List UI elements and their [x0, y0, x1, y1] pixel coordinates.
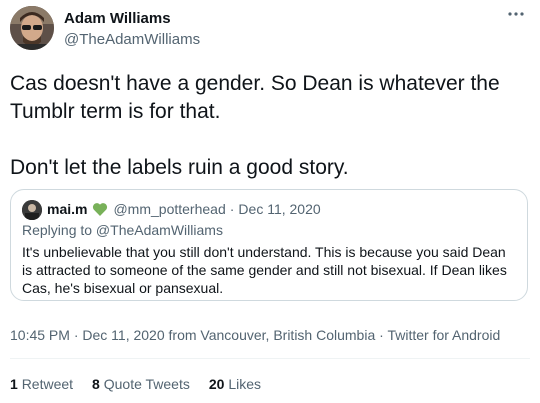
quote-tweets-count: 8 [92, 376, 100, 392]
tweet-meta: 10:45 PM · Dec 11, 2020 from Vancouver, … [10, 327, 500, 343]
quote-tweets-stat[interactable]: 8 Quote Tweets [92, 376, 190, 392]
quote-tweets-label: Quote Tweets [103, 376, 190, 392]
green-heart-icon [92, 202, 108, 217]
more-dots-icon[interactable] [502, 4, 530, 24]
quoted-tweet-header: mai.m @mm_potterhead · Dec 11, 2020 [47, 201, 321, 217]
separator-dot: · [229, 201, 235, 217]
separator-dot: · [69, 327, 83, 343]
likes-stat[interactable]: 20 Likes [209, 376, 261, 392]
likes-count: 20 [208, 376, 225, 392]
engagement-stats: 1 Retweet 8 Quote Tweets 20 Likes [10, 376, 280, 392]
tweet-paragraph-1: Cas doesn't have a gender. So Dean is wh… [10, 72, 500, 123]
retweets-count: 1 [10, 376, 18, 392]
retweets-stat[interactable]: 1 Retweet [10, 376, 73, 392]
tweet-paragraph-2: Don't let the labels ruin a good story. [10, 156, 349, 179]
quoted-tweet-card[interactable]: mai.m @mm_potterhead · Dec 11, 2020 Repl… [10, 189, 528, 301]
author-handle[interactable]: @TheAdamWilliams [64, 31, 200, 48]
tweet-location[interactable]: from Vancouver, British Columbia [169, 327, 376, 343]
author-avatar[interactable] [10, 6, 54, 50]
separator-dot: · [375, 327, 388, 343]
quoted-author-avatar [22, 200, 42, 220]
quoted-author-name: mai.m [47, 201, 88, 217]
tweet-text: Cas doesn't have a gender. So Dean is wh… [10, 70, 530, 182]
quoted-author-handle: @mm_potterhead [113, 201, 226, 217]
tweet-time[interactable]: 10:45 PM [10, 327, 70, 343]
likes-label: Likes [228, 376, 262, 392]
quoted-tweet-text: It's unbelievable that you still don't u… [22, 244, 507, 296]
profile-photo [10, 6, 54, 50]
retweets-label: Retweet [21, 376, 74, 392]
tweet-source[interactable]: Twitter for Android [387, 327, 500, 343]
divider [10, 358, 530, 359]
replying-to: Replying to @TheAdamWilliams [22, 222, 223, 238]
author-name[interactable]: Adam Williams [64, 10, 171, 27]
quoted-tweet-date: Dec 11, 2020 [238, 201, 321, 217]
tweet-date[interactable]: Dec 11, 2020 [82, 327, 164, 343]
